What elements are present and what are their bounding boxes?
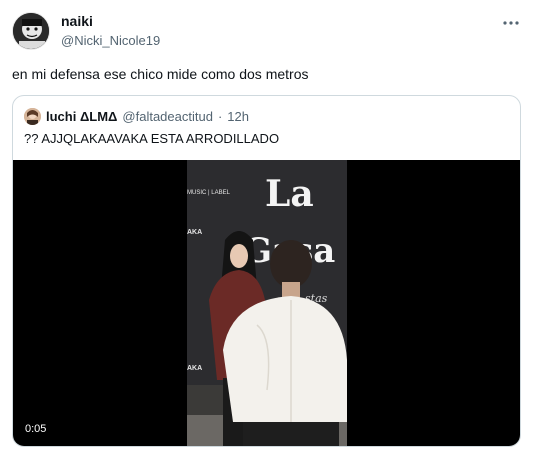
separator-dot: · (217, 108, 223, 124)
author-name[interactable]: naiki (61, 13, 160, 30)
quote-author-name[interactable]: luchi ΔLMΔ (46, 109, 117, 124)
quote-author-handle[interactable]: @faltadeactitud (122, 109, 213, 124)
backdrop-logo-la: La (265, 173, 314, 215)
backdrop-label-aka-2: AKA (187, 365, 202, 372)
quote-timestamp[interactable]: 12h (227, 109, 249, 124)
video-frame: La Gasa MUSIC | LABEL AKA AKA stas (187, 160, 347, 446)
author-handle[interactable]: @Nicki_Nicole19 (61, 32, 160, 49)
video-duration: 0:05 (25, 423, 47, 435)
quoted-tweet[interactable]: luchi ΔLMΔ @faltadeactitud · 12h ?? AJJQ… (12, 95, 521, 447)
backdrop-label-aka: AKA (187, 229, 202, 236)
quote-text: ?? AJJQLAKAAVAKA ESTA ARRODILLADO (24, 131, 280, 146)
more-options-icon[interactable] (502, 16, 520, 28)
quote-avatar[interactable] (24, 107, 41, 125)
video-player[interactable]: La Gasa MUSIC | LABEL AKA AKA stas 0 (13, 160, 520, 446)
backdrop-label-music: MUSIC | LABEL (187, 190, 231, 196)
avatar[interactable] (12, 12, 50, 50)
tweet-text: en mi defensa ese chico mide como dos me… (12, 66, 309, 82)
